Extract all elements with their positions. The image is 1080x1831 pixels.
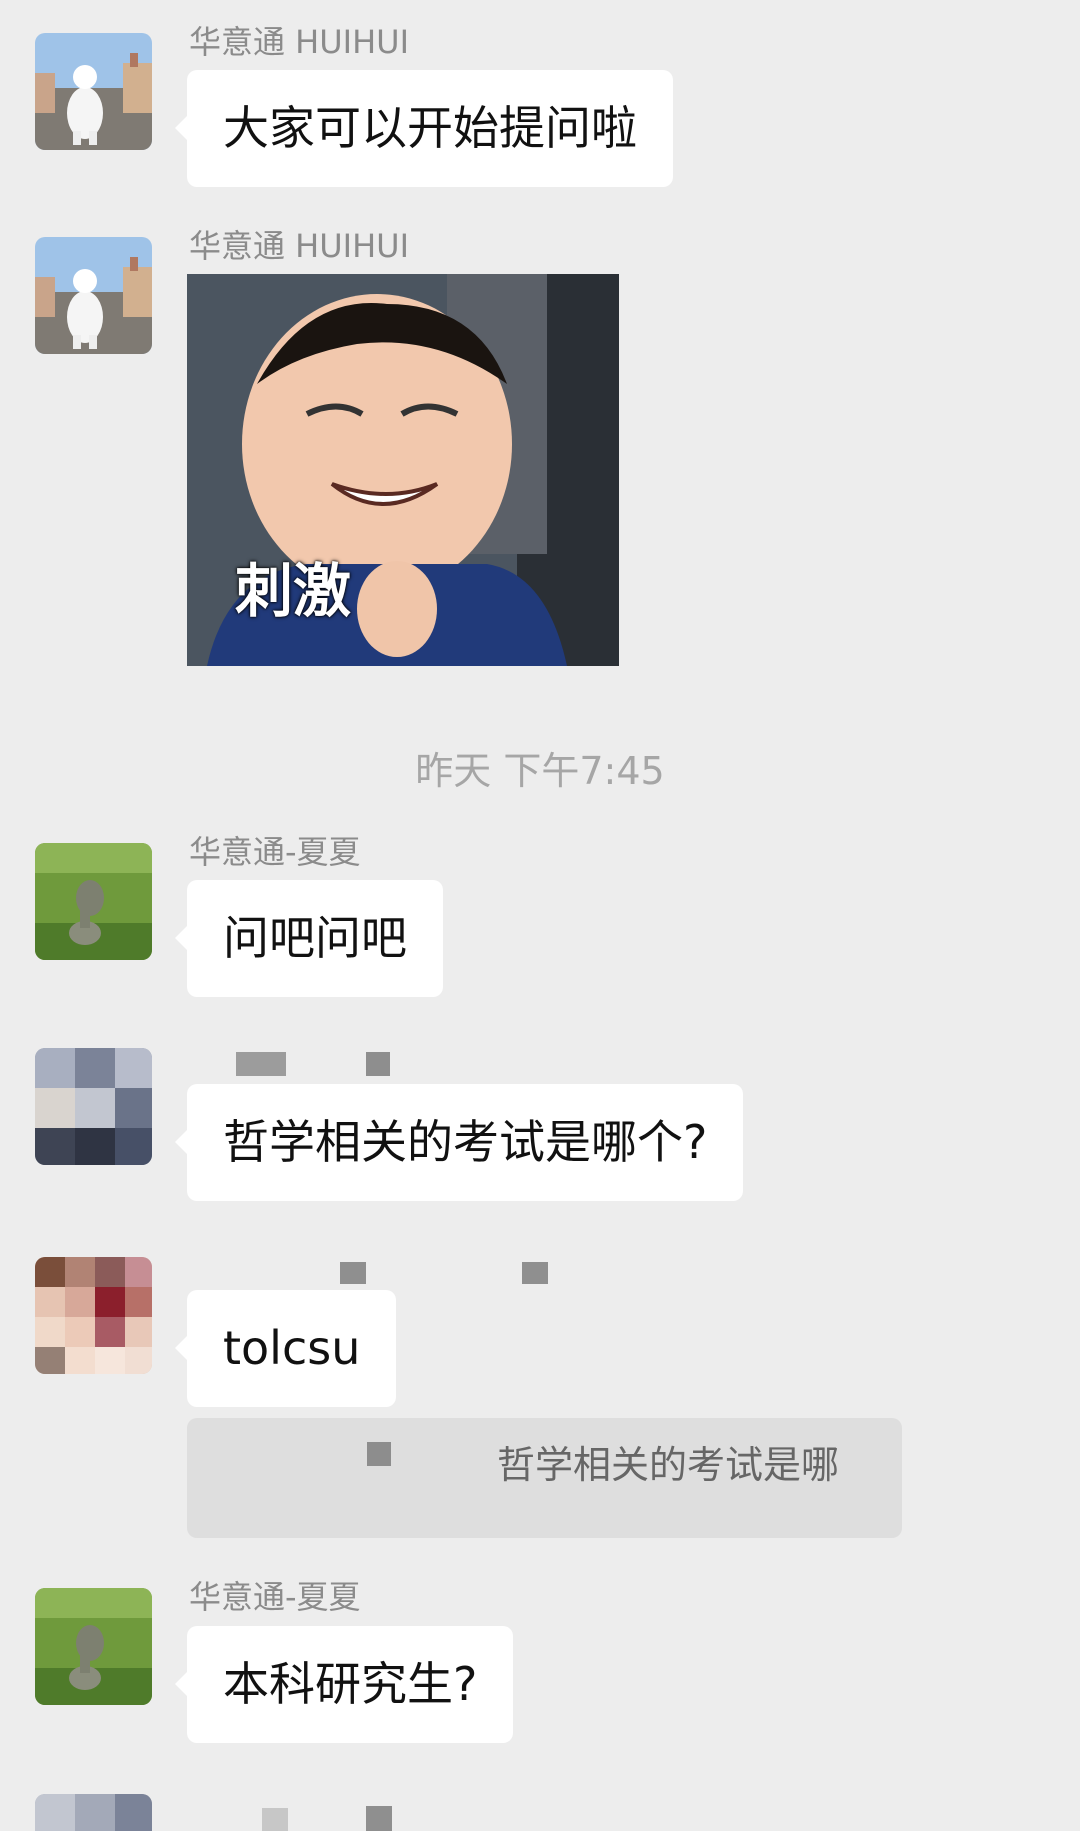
- message-bubble[interactable]: tolcsu: [174, 1290, 397, 1407]
- message-bubble[interactable]: 本科研究生?: [174, 1626, 514, 1743]
- polar-bear-avatar-icon: [35, 237, 152, 354]
- avatar[interactable]: [35, 33, 152, 150]
- sender-name: 华意通-夏夏: [189, 833, 361, 871]
- sticker-image[interactable]: 刺激: [187, 274, 619, 666]
- pixelated-avatar-icon: [35, 1257, 152, 1374]
- avatar[interactable]: [35, 843, 152, 960]
- redacted-sender-name: [340, 1262, 366, 1284]
- quoted-text: 哲学相关的考试是哪: [497, 1443, 840, 1487]
- sender-name: 华意通 HUIHUI: [189, 227, 410, 265]
- message-bubble[interactable]: 哲学相关的考试是哪个?: [174, 1084, 744, 1201]
- message-bubble[interactable]: 大家可以开始提问啦: [175, 70, 673, 187]
- avatar[interactable]: [35, 1257, 152, 1374]
- avatar[interactable]: [35, 1794, 152, 1831]
- redacted-quote-author: [367, 1442, 391, 1466]
- redacted-sender-name: [236, 1052, 286, 1076]
- polar-bear-avatar-icon: [35, 33, 152, 150]
- pixelated-avatar-icon: [35, 1048, 152, 1165]
- sender-name: 华意通 HUIHUI: [189, 23, 410, 61]
- avatar[interactable]: [35, 1588, 152, 1705]
- redacted-sender-name: [522, 1262, 548, 1284]
- lawn-statue-avatar-icon: [35, 843, 152, 960]
- avatar[interactable]: [35, 1048, 152, 1165]
- pixelated-avatar-icon: [35, 1794, 152, 1831]
- sender-name: 华意通-夏夏: [189, 1578, 361, 1616]
- quoted-reply[interactable]: 哲学相关的考试是哪: [187, 1418, 902, 1538]
- sticker-caption: 刺激: [235, 557, 352, 625]
- timestamp: 昨天 下午7:45: [415, 749, 665, 793]
- redacted-sender-name: [262, 1808, 288, 1831]
- redacted-sender-name: [366, 1052, 390, 1076]
- message-bubble[interactable]: 问吧问吧: [175, 880, 443, 997]
- avatar[interactable]: [35, 237, 152, 354]
- lawn-statue-avatar-icon: [35, 1588, 152, 1705]
- redacted-sender-name: [366, 1806, 392, 1831]
